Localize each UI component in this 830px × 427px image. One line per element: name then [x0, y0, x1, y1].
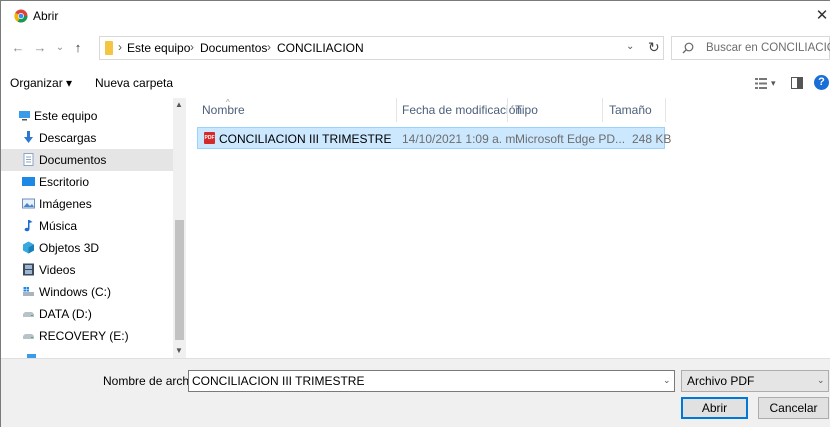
column-header-type[interactable]: Tipo [515, 103, 538, 117]
file-type: Microsoft Edge PD... [515, 132, 626, 146]
column-header-modified[interactable]: Fecha de modificación [402, 103, 522, 117]
chevron-down-icon: ⌄ [817, 375, 825, 385]
column-header-size[interactable]: Tamaño [609, 103, 652, 117]
up-arrow-icon[interactable]: ↑ [70, 39, 86, 57]
music-icon [24, 220, 33, 232]
file-list: ^ Nombre Fecha de modificación Tipo Tama… [186, 98, 830, 358]
breadcrumb-conciliacion[interactable]: CONCILIACION [277, 41, 364, 55]
sidebar-item-label: Windows (C:) [39, 285, 112, 299]
sidebar-item-documentos[interactable]: Documentos [1, 149, 174, 171]
scroll-down-icon[interactable]: ▼ [175, 346, 183, 355]
filetype-select[interactable]: Archivo PDF ⌄ [681, 370, 829, 392]
open-file-dialog: Abrir ✕ ← → ⌄ ↑ › Este equipo › Document… [0, 0, 830, 427]
sidebar-item-recovery-e[interactable]: RECOVERY (E:) [1, 325, 174, 347]
view-dropdown-icon[interactable]: ▾ [771, 78, 776, 89]
back-arrow-icon[interactable]: ← [10, 39, 26, 57]
address-bar[interactable]: › Este equipo › Documentos › CONCILIACIO… [99, 36, 664, 60]
new-folder-button[interactable]: Nueva carpeta [95, 76, 173, 90]
drive-icon [23, 334, 34, 339]
filename-field[interactable]: CONCILIACION III TRIMESTRE ⌄ [188, 370, 675, 392]
address-dropdown-icon[interactable]: ⌄ [626, 41, 634, 52]
sidebar-item-data-d[interactable]: DATA (D:) [1, 303, 174, 325]
sidebar-item-label: Documentos [39, 153, 107, 167]
sidebar-item-descargas[interactable]: Descargas [1, 127, 174, 149]
file-name: CONCILIACION III TRIMESTRE [219, 132, 392, 146]
desktop-icon [22, 177, 35, 186]
title-bar: Abrir ✕ [1, 1, 830, 31]
organize-button[interactable]: Organizar ▾ [10, 76, 72, 90]
cancel-button[interactable]: Cancelar [758, 397, 829, 419]
breadcrumb-separator: › [118, 40, 122, 54]
file-size: 248 KB [632, 132, 672, 146]
windows-drive-icon [23, 287, 34, 296]
view-options-icon[interactable] [755, 78, 767, 89]
sidebar-item-windows-c[interactable]: Windows (C:) [1, 281, 174, 303]
navigation-row: ← → ⌄ ↑ › Este equipo › Documentos › CON… [1, 33, 830, 63]
filename-dropdown-icon[interactable]: ⌄ [663, 375, 671, 386]
sidebar-item-musica[interactable]: Música [1, 215, 174, 237]
pictures-icon [22, 198, 35, 209]
sidebar-item-label: Música [39, 219, 78, 233]
chrome-icon [14, 9, 28, 23]
column-header-name[interactable]: Nombre [202, 103, 245, 117]
search-placeholder: Buscar en CONCILIACION [706, 42, 830, 54]
breadcrumb-este-equipo[interactable]: Este equipo [127, 41, 190, 55]
window-title: Abrir [33, 9, 59, 23]
videos-icon [23, 263, 34, 276]
scrollbar-thumb[interactable] [175, 220, 184, 340]
open-button[interactable]: Abrir [681, 397, 748, 419]
column-divider[interactable] [396, 98, 397, 122]
computer-icon [19, 111, 30, 121]
recent-locations-icon[interactable]: ⌄ [52, 39, 68, 57]
sidebar-item-este-equipo[interactable]: Este equipo [1, 105, 174, 127]
breadcrumb-separator: › [267, 40, 271, 54]
sidebar-item-label: DATA (D:) [39, 307, 92, 321]
command-bar: Organizar ▾ Nueva carpeta ▾ ? [1, 70, 830, 96]
search-input[interactable]: Buscar en CONCILIACION [671, 36, 830, 60]
column-divider[interactable] [665, 98, 666, 122]
sidebar-item-objetos-3d[interactable]: Objetos 3D [1, 237, 174, 259]
sidebar-item-label: Imágenes [39, 197, 92, 211]
file-modified: 14/10/2021 1:09 a. m. [402, 132, 519, 146]
filetype-value: Archivo PDF [687, 374, 755, 388]
sidebar-item-label: RECOVERY (E:) [39, 329, 129, 343]
documents-icon [23, 153, 34, 166]
scroll-up-icon[interactable]: ▲ [175, 100, 183, 109]
3d-objects-icon [23, 241, 34, 254]
close-icon[interactable]: ✕ [813, 6, 830, 26]
sidebar-item-escritorio[interactable]: Escritorio [1, 171, 174, 193]
navigation-pane: Este equipo Descargas Documentos Escrito… [1, 98, 186, 358]
sidebar-item-label: Objetos 3D [39, 241, 100, 255]
help-icon[interactable]: ? [814, 75, 829, 90]
pdf-icon: PDF [204, 132, 215, 144]
nav-scrollbar[interactable]: ▲ ▼ [173, 98, 186, 358]
column-divider[interactable] [602, 98, 603, 122]
forward-arrow-icon[interactable]: → [32, 39, 48, 57]
file-row[interactable]: PDF CONCILIACION III TRIMESTRE 14/10/202… [197, 127, 671, 149]
sidebar-item-videos[interactable]: Videos [1, 259, 174, 281]
sidebar-item-label: Este equipo [34, 109, 98, 123]
sidebar-item-label: Descargas [39, 131, 97, 145]
column-divider[interactable] [507, 98, 508, 122]
dialog-footer: Nombre de archivo: CONCILIACION III TRIM… [1, 358, 830, 427]
breadcrumb-documentos[interactable]: Documentos [200, 41, 267, 55]
breadcrumb-separator: › [190, 40, 194, 54]
filename-value: CONCILIACION III TRIMESTRE [192, 374, 365, 388]
sidebar-item-network[interactable] [1, 348, 174, 358]
preview-pane-icon[interactable] [791, 77, 803, 89]
sidebar-item-imagenes[interactable]: Imágenes [1, 193, 174, 215]
sidebar-item-label: Videos [39, 263, 76, 277]
downloads-icon [24, 131, 33, 143]
folder-icon [105, 41, 113, 55]
drive-icon [23, 312, 34, 317]
refresh-icon[interactable]: ↻ [648, 39, 660, 56]
search-icon [682, 42, 694, 54]
sidebar-item-label: Escritorio [39, 175, 90, 189]
